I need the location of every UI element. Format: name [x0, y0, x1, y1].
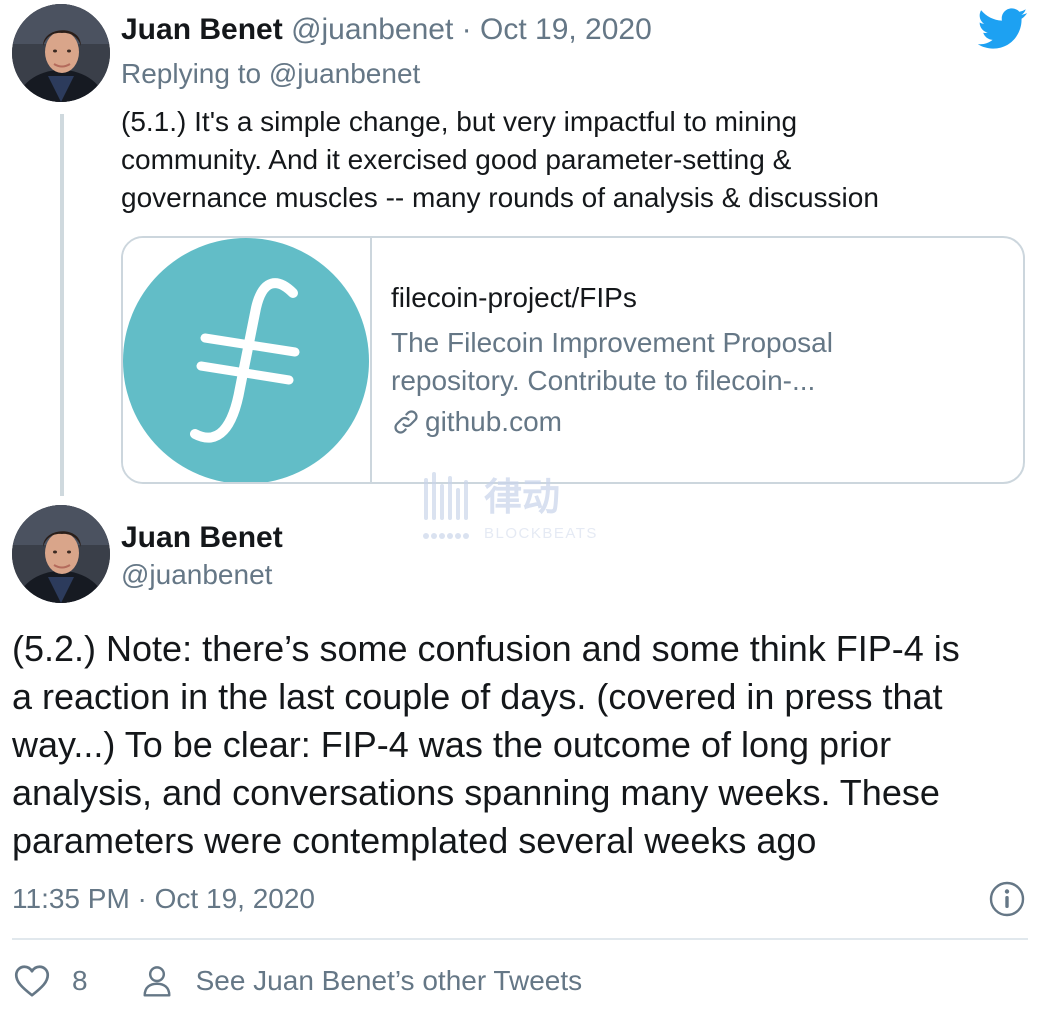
- see-other-tweets-link[interactable]: See Juan Benet’s other Tweets: [142, 964, 583, 998]
- tweet-text-line: analysis, and conversations spanning man…: [12, 772, 940, 813]
- header-separator: ·: [461, 13, 472, 46]
- author-name[interactable]: Juan Benet: [121, 13, 283, 46]
- avatar[interactable]: [12, 4, 110, 102]
- author-name[interactable]: Juan Benet: [121, 518, 283, 558]
- tweet-date-link[interactable]: Oct 19, 2020: [480, 13, 652, 46]
- card-domain: github.com: [391, 404, 562, 440]
- card-description-line: The Filecoin Improvement Proposal: [391, 327, 833, 358]
- thread-connector-line: [60, 114, 64, 496]
- person-icon: [143, 966, 171, 997]
- card-description: The Filecoin Improvement Proposal reposi…: [391, 324, 833, 400]
- blockbeats-watermark-logo: 律动 BLOCKBEATS: [423, 472, 598, 542]
- tweet2-text: (5.2.) Note: there’s some confusion and …: [12, 625, 1032, 865]
- link-icon: [394, 410, 418, 434]
- tweet-text-line: a reaction in the last couple of days. (…: [12, 676, 943, 717]
- link-preview-card[interactable]: filecoin-project/FIPs The Filecoin Impro…: [121, 236, 1025, 484]
- avatar[interactable]: [12, 505, 110, 603]
- like-button[interactable]: 8: [14, 964, 88, 998]
- tweet-text-line: way...) To be clear: FIP-4 was the outco…: [12, 724, 892, 765]
- tweet-text-line: governance muscles -- many rounds of ana…: [121, 182, 879, 213]
- tweet-text-line: (5.2.) Note: there’s some confusion and …: [12, 628, 960, 669]
- card-description-line: repository. Contribute to filecoin-...: [391, 365, 816, 396]
- tweet-text-line: community. And it exercised good paramet…: [121, 144, 792, 175]
- twitter-bird-icon[interactable]: [978, 8, 1028, 50]
- card-title: filecoin-project/FIPs: [391, 282, 637, 313]
- tweet1-header: Juan Benet @juanbenet · Oct 19, 2020: [121, 10, 652, 50]
- filecoin-logo: [123, 238, 369, 482]
- card-domain-text: github.com: [425, 406, 562, 437]
- tweet-actions: 8 See Juan Benet’s other Tweets: [14, 958, 582, 1004]
- avatar-photo: [12, 505, 110, 603]
- info-icon[interactable]: [988, 880, 1026, 918]
- watermark-cjk-text: 律动: [484, 475, 560, 519]
- action-divider: [12, 938, 1028, 940]
- avatar-photo: [12, 4, 110, 102]
- tweet-timestamp-link[interactable]: 11:35 PM · Oct 19, 2020: [12, 879, 315, 919]
- tweet-text-line: parameters were contemplated several wee…: [12, 820, 817, 861]
- author-handle[interactable]: @juanbenet: [121, 556, 272, 594]
- card-thumbnail: [123, 238, 372, 482]
- replying-to-label[interactable]: Replying to @juanbenet: [121, 55, 420, 93]
- tweet1-text: (5.1.) It's a simple change, but very im…: [121, 103, 1001, 217]
- watermark-latin-text: BLOCKBEATS: [484, 525, 598, 542]
- like-count: 8: [72, 965, 88, 996]
- tweet-text-line: (5.1.) It's a simple change, but very im…: [121, 106, 798, 137]
- see-other-tweets-label: See Juan Benet’s other Tweets: [195, 965, 583, 996]
- heart-icon: [14, 965, 50, 997]
- author-handle[interactable]: @juanbenet: [291, 13, 453, 46]
